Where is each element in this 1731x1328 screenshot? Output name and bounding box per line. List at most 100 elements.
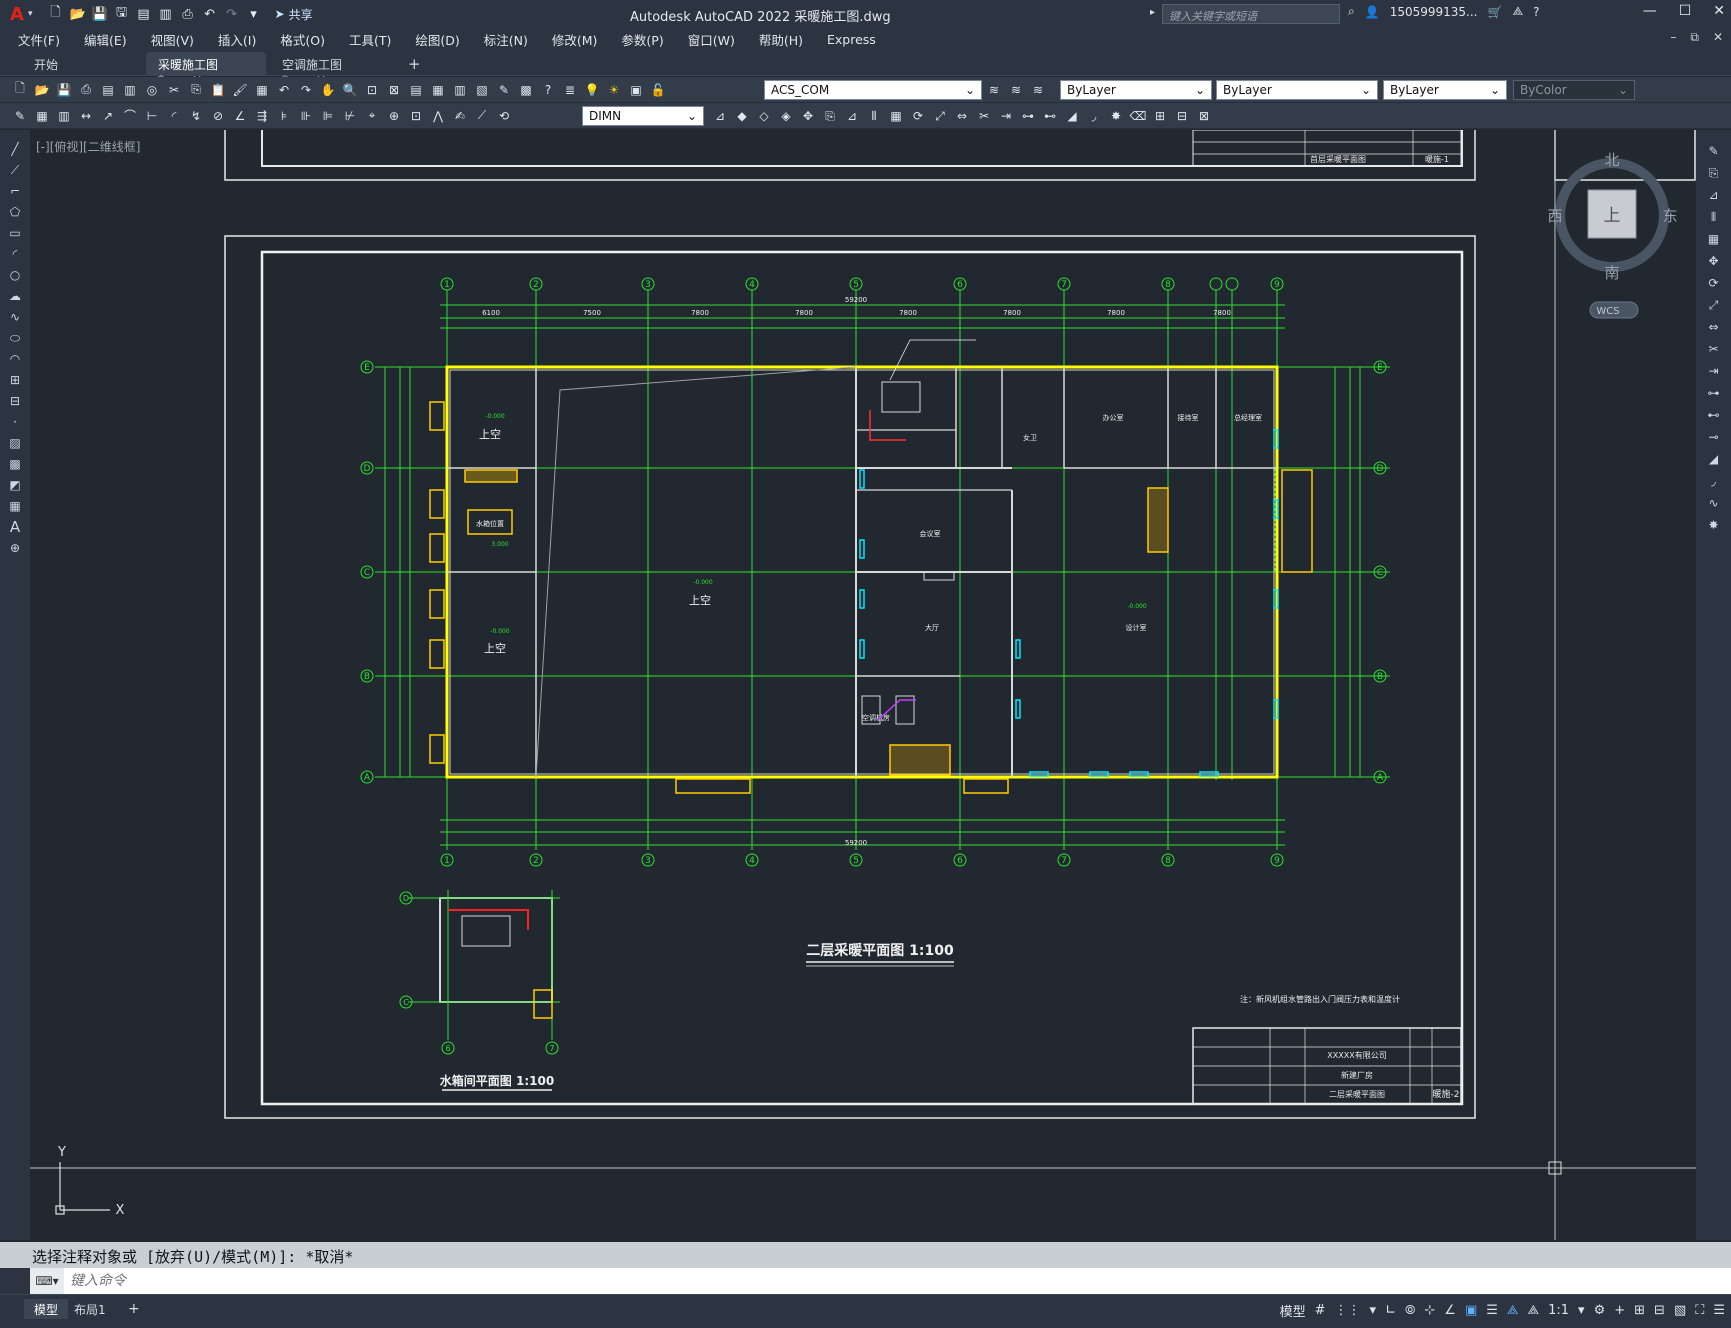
user-name[interactable]: 1505999135... <box>1390 5 1478 19</box>
rotate-icon[interactable]: ⟳ <box>908 106 928 126</box>
join-icon[interactable]: ⊷ <box>1040 106 1060 126</box>
layer-lock-icon[interactable]: 🔓 <box>648 80 668 100</box>
scale-icon[interactable]: ⤢ <box>930 106 950 126</box>
autocad-logo-icon[interactable]: A <box>6 4 28 25</box>
polyline-icon[interactable]: ⌐ <box>6 182 24 200</box>
auto-scale-icon[interactable]: ⟁ <box>1528 1303 1540 1318</box>
ellipse-arc-icon[interactable]: ◠ <box>6 350 24 368</box>
quick-dim-icon[interactable]: ⇶ <box>252 106 272 126</box>
undo-icon[interactable]: ↶ <box>274 80 294 100</box>
join-icon[interactable]: ⊸ <box>1705 428 1723 446</box>
gradient-icon[interactable]: ▩ <box>6 455 24 473</box>
extend-icon[interactable]: ⇥ <box>996 106 1016 126</box>
annotation-visibility-icon[interactable]: ⟁ <box>1507 1303 1519 1318</box>
menu-help[interactable]: 帮助(H) <box>759 30 803 49</box>
stretch-icon[interactable]: ⇔ <box>952 106 972 126</box>
mirror-icon[interactable]: ⊿ <box>1705 186 1723 204</box>
layer-dropdown[interactable]: ACS_COM ⌄ <box>764 80 982 100</box>
units-icon[interactable]: ⊞ <box>1634 1303 1645 1318</box>
dim-space-icon[interactable]: ⊫ <box>318 106 338 126</box>
menu-dimension[interactable]: 标注(N) <box>484 30 528 49</box>
add-selected-icon[interactable]: ⊕ <box>6 539 24 557</box>
publish-icon[interactable]: ▥ <box>120 80 140 100</box>
jogged-linear-icon[interactable]: ⋀ <box>428 106 448 126</box>
selection-cycling-icon[interactable]: ▣ <box>1465 1303 1477 1318</box>
layer-isolate-icon[interactable]: ≋ <box>1028 80 1048 100</box>
aligned-dim-icon[interactable]: ↗ <box>98 106 118 126</box>
menu-view[interactable]: 视图(V) <box>151 30 194 49</box>
dimstyle-dropdown[interactable]: DIMN ⌄ <box>582 106 704 126</box>
break-icon[interactable]: ⊶ <box>1018 106 1038 126</box>
menu-draw[interactable]: 绘图(D) <box>415 30 459 49</box>
dim-override-icon[interactable]: ⟲ <box>494 106 514 126</box>
paste-icon[interactable]: 📋 <box>208 80 228 100</box>
plus-icon[interactable]: + <box>1614 1303 1625 1318</box>
fullscreen-icon[interactable]: ⛶ <box>1695 1303 1704 1318</box>
radius-dim-icon[interactable]: ◜ <box>164 106 184 126</box>
ellipse-icon[interactable]: ⬭ <box>6 329 24 347</box>
redo-icon[interactable]: ↷ <box>296 80 316 100</box>
break-at-point-icon[interactable]: ⊶ <box>1705 384 1723 402</box>
hatch-icon[interactable]: ▨ <box>6 434 24 452</box>
menu-modify[interactable]: 修改(M) <box>552 30 598 49</box>
tab-ac-drawing[interactable]: 空调施工图*✕ <box>270 52 390 87</box>
tab-layout1[interactable]: 布局1 <box>64 1299 116 1319</box>
menu-express[interactable]: Express <box>827 32 876 47</box>
search-icon[interactable]: ⌕ <box>1348 4 1355 19</box>
attribute-icon[interactable]: ⊠ <box>1194 106 1214 126</box>
chamfer-icon[interactable]: ◢ <box>1705 450 1723 468</box>
blend-icon[interactable]: ∿ <box>1705 494 1723 512</box>
design-center-icon[interactable]: ▦ <box>428 80 448 100</box>
dim-update-icon[interactable]: ▥ <box>54 106 74 126</box>
move-icon[interactable]: ✥ <box>1705 252 1723 270</box>
block-make-icon[interactable]: ⊟ <box>1172 106 1192 126</box>
lineweight-icon[interactable]: ☰ <box>1486 1303 1498 1318</box>
command-input[interactable] <box>64 1273 1564 1289</box>
match-properties-icon[interactable]: 🖌 <box>230 80 250 100</box>
close-icon[interactable]: ✕ <box>1713 3 1725 19</box>
layer-thaw-icon[interactable]: ☀ <box>604 80 624 100</box>
point-icon[interactable]: · <box>6 413 24 431</box>
search-expand-icon[interactable]: ▸ <box>1150 7 1155 18</box>
circle-icon[interactable]: ○ <box>6 266 24 284</box>
menu-tools[interactable]: 工具(T) <box>349 30 391 49</box>
pan-icon[interactable]: ✋ <box>318 80 338 100</box>
array-icon[interactable]: ▦ <box>886 106 906 126</box>
layer-manager-icon[interactable]: ≣ <box>560 80 580 100</box>
block-editor-icon[interactable]: ▦ <box>252 80 272 100</box>
table-icon[interactable]: ▦ <box>6 497 24 515</box>
app-menu-chevron-icon[interactable]: ▾ <box>28 9 33 19</box>
menu-file[interactable]: 文件(F) <box>18 30 60 49</box>
minimize-icon[interactable]: — <box>1643 3 1657 19</box>
center-mark-icon[interactable]: ⊕ <box>384 106 404 126</box>
linetype-dropdown[interactable]: ByLayer ⌄ <box>1216 80 1378 100</box>
revision-cloud-icon[interactable]: ☁ <box>6 287 24 305</box>
layer-on-icon[interactable]: 💡 <box>582 80 602 100</box>
model-space-button[interactable]: 模型 <box>1280 1301 1306 1320</box>
jogged-dim-icon[interactable]: ↯ <box>186 106 206 126</box>
cut-icon[interactable]: ✂ <box>164 80 184 100</box>
share-button[interactable]: ➤ 共享 <box>275 6 313 23</box>
help-icon[interactable]: ? <box>1533 5 1539 19</box>
fillet-icon[interactable]: ◞ <box>1705 472 1723 490</box>
menu-parametric[interactable]: 参数(P) <box>621 30 663 49</box>
chevron-down-icon[interactable]: ▾ <box>1578 1303 1585 1318</box>
dim-break-icon[interactable]: ⊬ <box>340 106 360 126</box>
lineweight-dropdown[interactable]: ByLayer ⌄ <box>1383 80 1507 100</box>
insert-block-icon[interactable]: ⊞ <box>6 371 24 389</box>
offset-icon[interactable]: ⫴ <box>1705 208 1723 226</box>
autodesk-app-icon[interactable]: ⟁ <box>1512 4 1523 19</box>
help-icon[interactable]: ? <box>538 80 558 100</box>
offset-icon[interactable]: ⫴ <box>864 106 884 126</box>
new-file-icon[interactable]: 🗋 <box>47 5 65 23</box>
user-icon[interactable]: 👤 <box>1365 5 1380 19</box>
save-web-icon[interactable]: ▥ <box>157 5 175 23</box>
zoom-realtime-icon[interactable]: 🔍 <box>340 80 360 100</box>
copy-object-icon[interactable]: ⎘ <box>820 106 840 126</box>
tolerance-icon[interactable]: ⌖ <box>362 106 382 126</box>
view-top-icon[interactable]: ◈ <box>776 106 796 126</box>
move-icon[interactable]: ✥ <box>798 106 818 126</box>
extend-icon[interactable]: ⇥ <box>1705 362 1723 380</box>
ordinate-dim-icon[interactable]: ⊢ <box>142 106 162 126</box>
customization-icon[interactable]: ☰ <box>1713 1303 1725 1318</box>
